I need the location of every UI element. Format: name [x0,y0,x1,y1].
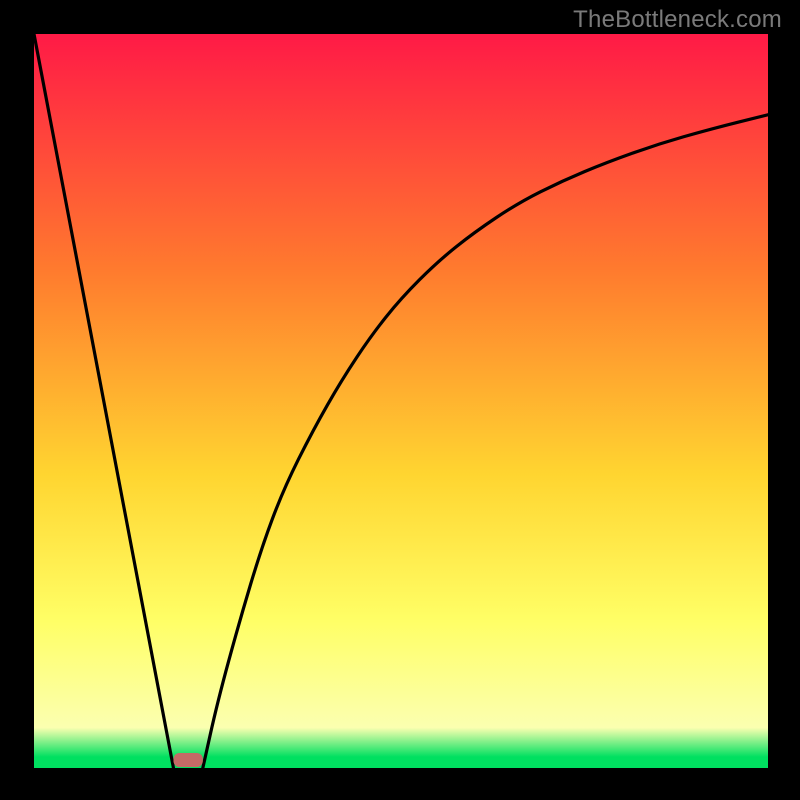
watermark-text: TheBottleneck.com [573,6,782,34]
bottom-marker [173,753,202,767]
chart-frame: TheBottleneck.com [0,0,800,800]
plot-area [34,34,768,768]
plot-svg [34,34,768,768]
